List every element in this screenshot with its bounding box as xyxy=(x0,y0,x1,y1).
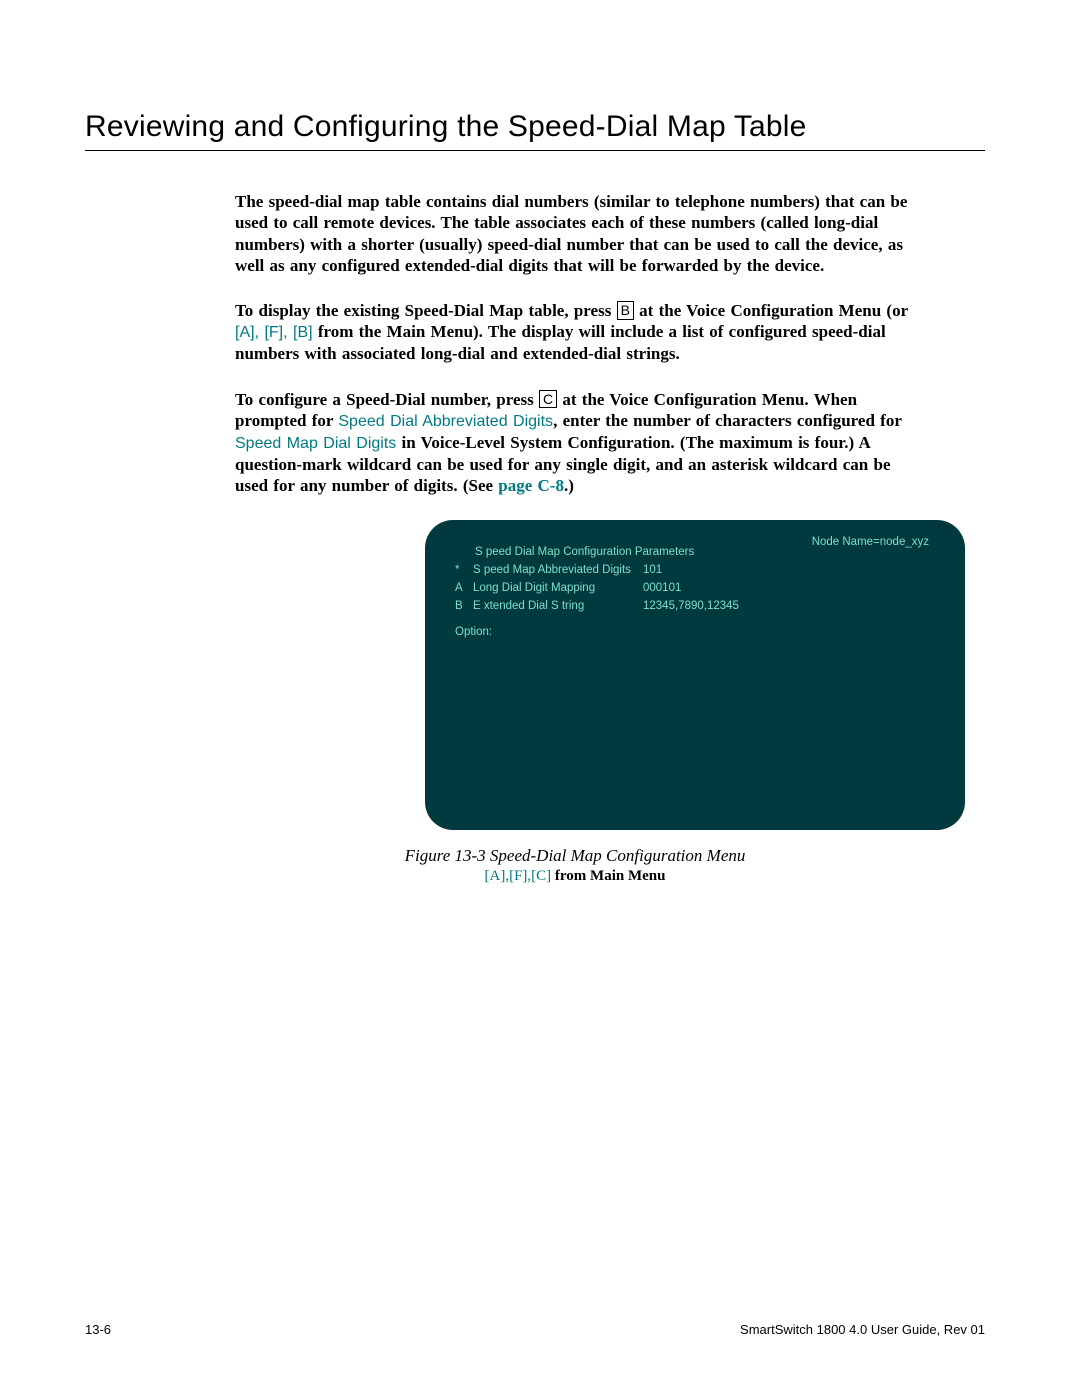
keycap-b: B xyxy=(617,301,634,320)
terminal-row-value: 101 xyxy=(643,562,662,580)
terminal-row-key: B xyxy=(455,598,473,616)
text-fragment: .) xyxy=(564,476,574,495)
terminal-row-value: 12345,7890,12345 xyxy=(643,598,739,616)
terminal-figure: Node Name=node_xyz S peed Dial Map Confi… xyxy=(425,520,965,830)
terminal-row-label: S peed Map Abbreviated Digits xyxy=(473,562,643,580)
terminal-screen: Node Name=node_xyz S peed Dial Map Confi… xyxy=(425,520,965,830)
menu-sequence-link[interactable]: [A], [F], [B] xyxy=(235,324,313,341)
terminal-row: B E xtended Dial S tring 12345,7890,1234… xyxy=(455,598,941,616)
text-fragment: from the Main Menu). The display will in… xyxy=(235,322,886,363)
heading-rule xyxy=(85,150,985,151)
text-fragment: from Main Menu xyxy=(551,868,665,884)
section-heading: Reviewing and Configuring the Speed-Dial… xyxy=(85,110,985,144)
body-column: The speed-dial map table contains dial n… xyxy=(235,191,915,885)
terminal-row-key: A xyxy=(455,580,473,598)
doc-title-footer: SmartSwitch 1800 4.0 User Guide, Rev 01 xyxy=(740,1322,985,1337)
terminal-row-value: 000101 xyxy=(643,580,681,598)
terminal-row-key: * xyxy=(455,562,473,580)
terminal-option-prompt: Option: xyxy=(455,624,941,642)
terminal-node-name: Node Name=node_xyz xyxy=(812,534,929,552)
text-fragment: , enter the number of characters configu… xyxy=(553,411,902,430)
text-fragment: at the Voice Configuration Menu (or xyxy=(634,301,908,320)
text-fragment: To configure a Speed-Dial number, press xyxy=(235,390,539,409)
terminal-row-label: E xtended Dial S tring xyxy=(473,598,643,616)
figure-caption: Figure 13-3 Speed-Dial Map Configuration… xyxy=(235,846,915,866)
configure-instruction-paragraph: To configure a Speed-Dial number, press … xyxy=(235,389,915,497)
figure-subcaption: [A],[F],[C] from Main Menu xyxy=(235,868,915,885)
field-name-link: Speed Dial Abbreviated Digits xyxy=(338,413,553,430)
keycap-c: C xyxy=(539,390,557,409)
menu-sequence-link[interactable]: [A],[F],[C] xyxy=(485,868,552,884)
text-fragment: To display the existing Speed-Dial Map t… xyxy=(235,301,617,320)
page-number: 13-6 xyxy=(85,1322,111,1337)
document-page: Reviewing and Configuring the Speed-Dial… xyxy=(0,0,1080,1397)
terminal-row-label: Long Dial Digit Mapping xyxy=(473,580,643,598)
terminal-row: A Long Dial Digit Mapping 000101 xyxy=(455,580,941,598)
display-instruction-paragraph: To display the existing Speed-Dial Map t… xyxy=(235,300,915,365)
terminal-row: * S peed Map Abbreviated Digits 101 xyxy=(455,562,941,580)
field-name-link: Speed Map Dial Digits xyxy=(235,435,396,452)
page-footer: 13-6 SmartSwitch 1800 4.0 User Guide, Re… xyxy=(85,1322,985,1337)
intro-paragraph: The speed-dial map table contains dial n… xyxy=(235,191,915,276)
page-reference-link[interactable]: page C-8 xyxy=(498,476,564,495)
